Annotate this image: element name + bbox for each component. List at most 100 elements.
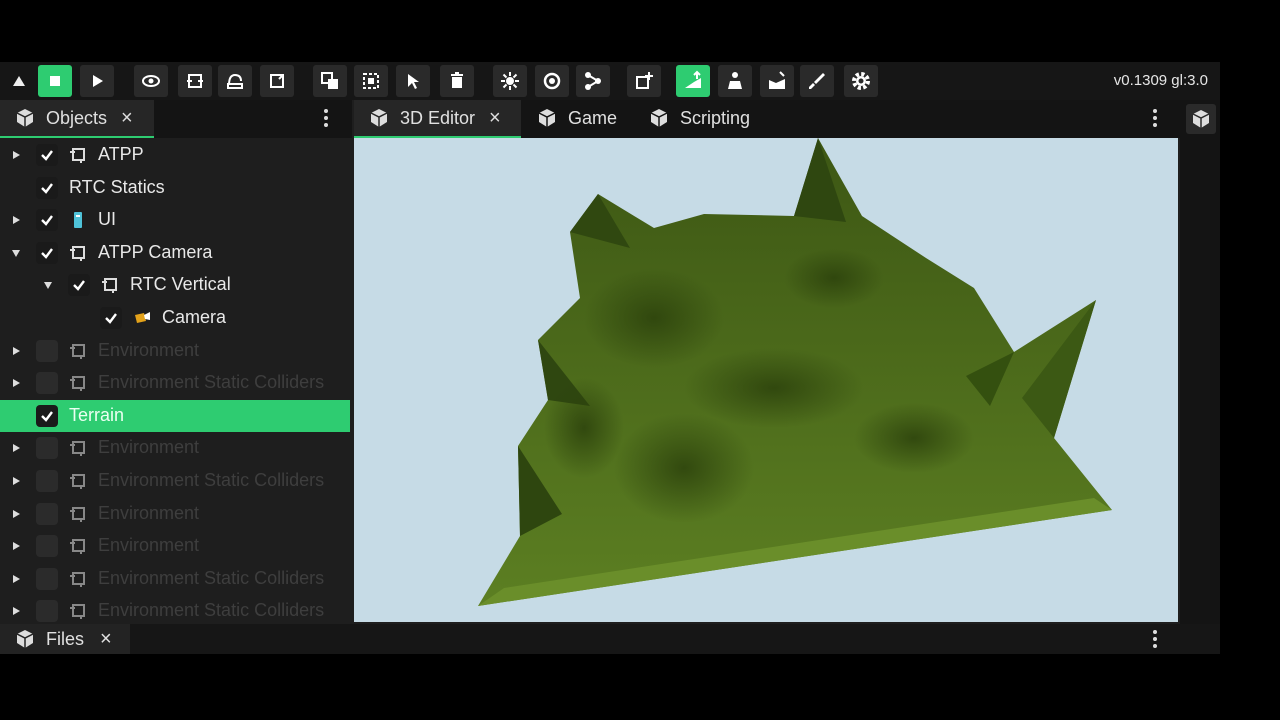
eye-icon[interactable] <box>134 65 168 97</box>
visibility-checkbox[interactable] <box>36 470 58 492</box>
triangle-up-icon[interactable] <box>2 65 36 97</box>
visibility-checkbox[interactable] <box>68 274 90 297</box>
terrain-paint-icon[interactable] <box>718 65 752 97</box>
tree-item[interactable]: RTC Vertical <box>0 269 352 301</box>
visibility-checkbox[interactable] <box>36 339 58 362</box>
3d-viewport[interactable] <box>354 138 1178 622</box>
visibility-checkbox[interactable] <box>36 535 58 558</box>
tree-item[interactable]: UI <box>0 204 352 236</box>
tree-item[interactable]: Environment <box>0 335 352 367</box>
editor-tab-row: 3D Editor × Game Scripting <box>354 100 1180 138</box>
settings-gear-icon[interactable] <box>844 65 878 97</box>
add-object-icon[interactable] <box>627 65 661 97</box>
cube-icon <box>370 109 388 127</box>
main-toolbar: v0.1309 gl:3.0 <box>0 62 1220 100</box>
expand-right-icon[interactable] <box>8 465 24 497</box>
tree-item[interactable]: Terrain <box>0 399 350 432</box>
cube-icon <box>16 630 34 648</box>
tree-item[interactable]: Environment Static Colliders <box>0 563 352 595</box>
scale-icon[interactable] <box>260 65 294 97</box>
select-box-icon[interactable] <box>354 65 388 97</box>
tab-files[interactable]: Files × <box>0 624 130 654</box>
light-icon[interactable] <box>493 65 527 97</box>
visibility-checkbox[interactable] <box>36 241 58 264</box>
visibility-checkbox[interactable] <box>36 372 58 395</box>
expand-down-icon[interactable] <box>40 269 56 301</box>
group-icon <box>68 471 88 491</box>
files-menu-icon[interactable] <box>1145 624 1165 654</box>
sphere-icon[interactable] <box>535 65 569 97</box>
tab-files-close-icon[interactable]: × <box>100 628 112 651</box>
terrain-raise-icon[interactable] <box>676 65 710 97</box>
tree-item[interactable]: Environment <box>0 530 352 562</box>
tab-game[interactable]: Game <box>536 100 617 136</box>
visibility-checkbox[interactable] <box>36 404 58 427</box>
tree-item-label: ATPP Camera <box>98 241 213 262</box>
duplicate-icon[interactable] <box>313 65 347 97</box>
expand-right-icon[interactable] <box>8 563 24 595</box>
expand-right-icon[interactable] <box>8 595 24 622</box>
node-graph-icon[interactable] <box>576 65 610 97</box>
objects-tab-row: Objects × <box>0 100 352 138</box>
tab-3d-editor[interactable]: 3D Editor × <box>354 100 521 138</box>
trash-icon[interactable] <box>440 65 474 97</box>
editor-menu-icon[interactable] <box>1145 100 1165 136</box>
right-sidebar <box>1180 100 1220 654</box>
expand-right-icon[interactable] <box>8 530 24 562</box>
tree-item[interactable]: RTC Statics <box>0 172 352 204</box>
tree-item[interactable]: ATPP Camera <box>0 237 352 269</box>
visibility-checkbox[interactable] <box>36 176 58 199</box>
tab-game-label: Game <box>568 107 618 128</box>
stop-icon[interactable] <box>38 65 72 97</box>
expand-right-icon[interactable] <box>8 367 24 399</box>
tab-objects[interactable]: Objects × <box>0 100 154 138</box>
tab-objects-close-icon[interactable]: × <box>121 107 133 130</box>
visibility-checkbox[interactable] <box>36 502 58 525</box>
tree-item[interactable]: Environment <box>0 498 352 530</box>
visibility-checkbox[interactable] <box>36 600 58 622</box>
tree-item-label: Environment Static Colliders <box>98 372 325 393</box>
visibility-checkbox[interactable] <box>36 437 58 460</box>
ui-icon <box>68 210 88 230</box>
group-icon <box>68 569 88 589</box>
play-icon[interactable] <box>80 65 114 97</box>
move-icon[interactable] <box>178 65 212 97</box>
tree-item[interactable]: Environment <box>0 432 352 464</box>
expand-down-icon[interactable] <box>8 237 24 269</box>
expand-right-icon[interactable] <box>8 498 24 530</box>
visibility-checkbox[interactable] <box>36 144 58 166</box>
tree-item-label: Environment <box>98 339 200 360</box>
object-tree: ATPP RTC Statics UI ATPP Camera RTC Vertical… <box>0 138 352 622</box>
tree-item[interactable]: Environment Static Colliders <box>0 465 352 497</box>
expand-right-icon[interactable] <box>8 204 24 236</box>
tree-item-label: Environment <box>98 535 200 556</box>
bottom-panel-bar: Files × <box>0 624 1220 654</box>
tree-item-label: ATPP <box>98 144 144 164</box>
tree-item[interactable]: ATPP <box>0 139 352 171</box>
tab-3d-editor-close-icon[interactable]: × <box>489 107 501 130</box>
brush-icon[interactable] <box>800 65 834 97</box>
visibility-checkbox[interactable] <box>100 307 122 329</box>
group-icon <box>68 243 88 263</box>
terrain-flatten-icon[interactable] <box>760 65 794 97</box>
expand-right-icon[interactable] <box>8 139 24 171</box>
pointer-icon[interactable] <box>396 65 430 97</box>
expand-right-icon[interactable] <box>8 432 24 464</box>
group-icon <box>68 145 88 165</box>
tree-item[interactable]: Environment Static Colliders <box>0 367 352 399</box>
tree-item[interactable]: Camera <box>0 302 352 334</box>
cube-icon <box>650 109 668 127</box>
tab-scripting[interactable]: Scripting <box>648 100 750 136</box>
app-window: v0.1309 gl:3.0 Objects × 3D Editor × Gam… <box>0 62 1220 654</box>
objects-menu-icon[interactable] <box>316 100 336 136</box>
tree-item-label: UI <box>98 209 116 230</box>
expand-right-icon[interactable] <box>8 335 24 367</box>
group-icon <box>68 504 88 524</box>
visibility-checkbox[interactable] <box>36 567 58 590</box>
tree-item[interactable]: Environment Static Colliders <box>0 595 352 622</box>
tree-item-label: Environment Static Colliders <box>98 600 325 621</box>
terrain-mesh <box>478 138 1112 606</box>
rotate-icon[interactable] <box>218 65 252 97</box>
visibility-checkbox[interactable] <box>36 209 58 232</box>
cube-icon[interactable] <box>1186 104 1216 134</box>
